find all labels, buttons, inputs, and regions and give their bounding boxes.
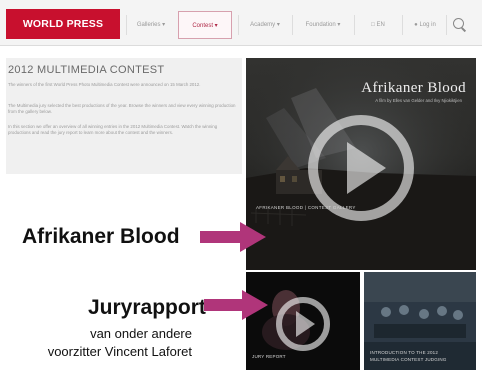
video-title: Afrikaner Blood <box>361 80 466 96</box>
chevron-down-icon: ▾ <box>162 22 166 28</box>
nav-item-label: Galleries <box>136 22 161 28</box>
nav-item-label: EN <box>376 22 385 28</box>
user-icon: ● <box>414 22 418 28</box>
thumbnail-caption-line-1: INTRODUCTION TO THE 2012 <box>370 350 439 355</box>
chevron-down-icon: ▾ <box>337 22 341 28</box>
intro-paragraph: The winners of the first World Press Pho… <box>8 82 201 87</box>
thumbnail-caption-line-2: MULTIMEDIA CONTEST JUDGING <box>370 357 447 362</box>
chevron-down-icon: ▾ <box>214 23 218 29</box>
top-navigation: WORLD PRESS PHOTO Galleries ▾ Contest ▾ … <box>0 0 482 60</box>
nav-divider <box>354 15 355 35</box>
contest-intro-panel: 2012 MULTIMEDIA CONTEST The winners of t… <box>6 58 242 174</box>
page-title: 2012 MULTIMEDIA CONTEST <box>8 64 165 76</box>
nav-item-label: Foundation <box>305 22 336 28</box>
annotation-afrikaner-blood: Afrikaner Blood <box>22 225 180 248</box>
featured-video-afrikaner-blood[interactable]: Afrikaner Blood A film by Elles van Geld… <box>246 58 476 270</box>
nav-item-academy[interactable]: Academy ▾ <box>242 14 288 36</box>
nav-item-galleries[interactable]: Galleries ▾ <box>128 14 174 36</box>
annotation-jury-line-2: voorzitter Vincent Laforet <box>47 344 192 359</box>
nav-item-label: Log in <box>419 22 436 28</box>
nav-divider <box>446 15 447 35</box>
jury-report-video-thumbnail[interactable]: JURY REPORT <box>246 272 360 370</box>
nav-divider <box>238 15 239 35</box>
thumbnail-caption: JURY REPORT <box>252 354 286 359</box>
search-icon[interactable] <box>448 14 470 36</box>
annotation-juryrapport: Juryrapport <box>88 296 206 319</box>
nav-item-label: Contest <box>192 23 213 29</box>
chevron-down-icon: ▾ <box>276 22 280 28</box>
annotation-jury-line-1: van onder andere <box>90 326 192 341</box>
nav-item-contest[interactable]: Contest ▾ <box>178 11 232 39</box>
nav-divider <box>402 15 403 35</box>
nav-divider <box>126 15 127 35</box>
annotation-arrow-icon <box>204 290 268 320</box>
globe-icon: □ <box>371 22 375 28</box>
video-caption: AFRIKANER BLOOD | CONTEST GALLERY <box>256 205 356 210</box>
video-subtitle: A film by Elles van Gelder and Ilvy Njio… <box>375 98 462 103</box>
nav-item-login[interactable]: ● Log in <box>406 14 444 36</box>
nav-item-label: Academy <box>250 22 276 28</box>
annotation-arrow-icon <box>200 222 266 252</box>
intro-paragraph: The Multimedia jury selected the best pr… <box>8 103 236 115</box>
contest-intro-video-thumbnail[interactable]: INTRODUCTION TO THE 2012 MULTIMEDIA CONT… <box>364 272 476 370</box>
nav-item-foundation[interactable]: Foundation ▾ <box>296 14 350 36</box>
nav-item-language[interactable]: □ EN <box>358 14 398 36</box>
nav-divider <box>292 15 293 35</box>
intro-paragraph: In this section we offer an overview of … <box>8 124 218 136</box>
world-press-photo-logo[interactable]: WORLD PRESS PHOTO <box>6 9 120 60</box>
